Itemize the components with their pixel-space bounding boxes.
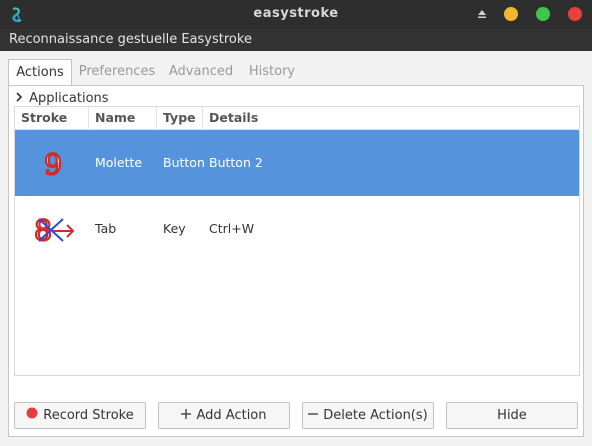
column-header-stroke[interactable]: Stroke (15, 107, 89, 129)
hide-label: Hide (497, 408, 527, 423)
eject-icon[interactable] (477, 9, 487, 19)
actions-table: Stroke Name Type Details 9 Molette Butto… (14, 106, 580, 376)
row-name: Tab (95, 221, 117, 236)
column-header-name[interactable]: Name (89, 107, 157, 129)
title-bar: easystroke (0, 0, 592, 29)
column-header-details[interactable]: Details (203, 107, 581, 129)
svg-text:9: 9 (44, 148, 62, 181)
row-name: Molette (95, 155, 143, 170)
record-stroke-button[interactable]: Record Stroke (14, 402, 146, 429)
add-action-label: Add Action (196, 408, 267, 423)
tab-preferences[interactable]: Preferences (76, 59, 158, 85)
minimize-button[interactable] (504, 7, 518, 21)
delete-action-button[interactable]: Delete Action(s) (302, 402, 434, 429)
row-type: Button (163, 155, 205, 170)
table-row[interactable]: 9 Molette Button Button 2 (15, 130, 579, 196)
main-content: Actions Preferences Advanced History App… (0, 51, 592, 446)
stroke-eight-cross-icon: 8 (33, 213, 75, 248)
row-details: Button 2 (209, 155, 263, 170)
delete-action-label: Delete Action(s) (323, 408, 428, 423)
column-header-type[interactable]: Type (157, 107, 203, 129)
record-dot-icon (26, 403, 38, 428)
applications-label: Applications (29, 91, 109, 106)
tab-actions[interactable]: Actions (8, 59, 72, 85)
maximize-button[interactable] (536, 7, 550, 21)
tab-history[interactable]: History (244, 59, 300, 85)
close-button[interactable] (568, 7, 582, 21)
minus-icon (308, 403, 319, 428)
tab-advanced[interactable]: Advanced (164, 59, 238, 85)
stroke-nine-icon: 9 (43, 147, 63, 182)
row-details: Ctrl+W (209, 221, 255, 236)
actions-panel: Applications Stroke Name Type Details 9 … (8, 85, 584, 437)
table-header: Stroke Name Type Details (15, 107, 579, 130)
record-stroke-label: Record Stroke (43, 408, 134, 423)
row-type: Key (163, 221, 186, 236)
table-row[interactable]: 8 Tab Key Ctrl+W (15, 196, 579, 262)
window-subtitle: Reconnaissance gestuelle Easystroke (0, 29, 592, 51)
plus-icon (181, 403, 192, 428)
hide-button[interactable]: Hide (446, 402, 578, 429)
add-action-button[interactable]: Add Action (158, 402, 290, 429)
